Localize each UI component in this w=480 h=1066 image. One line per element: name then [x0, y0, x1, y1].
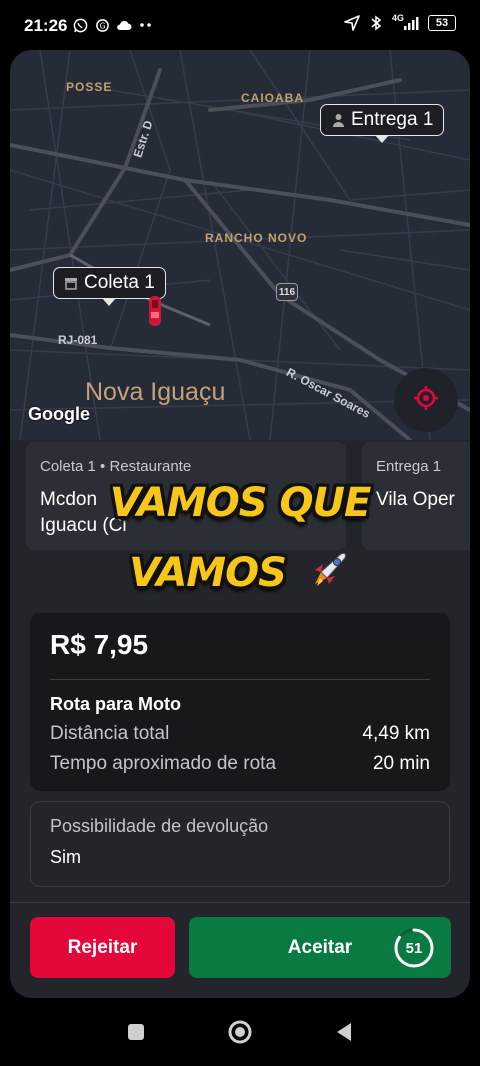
overlay-caption-line2-text: VAMOS — [129, 550, 287, 596]
status-bar: 21:26 G 4G 53 — [0, 0, 480, 52]
map-label-rancho-novo: RANCHO NOVO — [205, 231, 308, 245]
recenter-button[interactable] — [394, 368, 458, 432]
map-label-rj-081: RJ-081 — [58, 333, 98, 347]
divider — [10, 902, 470, 903]
pickup-stop-title: Coleta 1 • Restaurante — [40, 458, 192, 475]
accept-button-label: Aceitar — [287, 936, 353, 958]
motorcycle-marker-icon — [146, 294, 164, 330]
route-map[interactable]: POSSE CAIOABA RANCHO NOVO Estr. D RJ-081… — [10, 50, 470, 440]
dropoff-marker-label: Entrega 1 — [351, 109, 434, 130]
return-label: Possibilidade de devolução — [50, 816, 269, 836]
store-icon — [64, 276, 78, 290]
system-nav-bar — [0, 1000, 480, 1066]
pickup-marker-label: Coleta 1 — [84, 272, 155, 293]
network-type: 4G — [392, 13, 405, 23]
dropoff-stop-title: Entrega 1 — [376, 458, 442, 475]
countdown-timer: 51 — [393, 927, 435, 969]
overlay-caption-line1: VAMOS QUE — [109, 480, 372, 526]
map-city-label: Nova Iguaçu — [85, 378, 226, 406]
overlay-caption-line2: VAMOS — [0, 548, 480, 602]
highway-shield: 116 — [276, 283, 298, 301]
distance-label: Distância total — [50, 723, 170, 744]
google-attribution: Google — [28, 404, 90, 424]
square-icon — [127, 1023, 145, 1046]
reject-button[interactable]: Rejeitar — [30, 917, 175, 978]
bluetooth-icon — [368, 15, 384, 31]
divider — [50, 679, 430, 680]
distance-value: 4,49 km — [362, 723, 430, 744]
offer-summary-card: R$ 7,95 Rota para Moto Distância total 4… — [30, 613, 450, 791]
map-label-posse: POSSE — [66, 80, 113, 94]
location-arrow-icon — [344, 15, 360, 31]
recents-button[interactable] — [124, 1022, 148, 1046]
accept-button[interactable]: Aceitar 51 — [189, 917, 451, 978]
return-possibility-card: Possibilidade de devolução Sim — [30, 801, 450, 887]
battery-icon: 53 — [428, 15, 456, 31]
time-row: Tempo aproximado de rota 20 min — [50, 753, 430, 775]
route-type: Rota para Moto — [50, 694, 182, 714]
map-label-caioaba: CAIOABA — [241, 91, 304, 105]
dropoff-map-marker[interactable]: Entrega 1 — [320, 104, 445, 143]
crosshair-icon — [413, 385, 439, 416]
time-value: 20 min — [372, 753, 430, 774]
whatsapp-icon — [72, 17, 88, 33]
notification-icons: G — [72, 17, 154, 33]
time-label: Tempo aproximado de rota — [50, 753, 277, 774]
return-value: Sim — [50, 847, 81, 867]
home-button[interactable] — [228, 1020, 252, 1049]
circle-icon — [228, 1020, 252, 1049]
distance-row: Distância total 4,49 km — [50, 723, 430, 745]
sync-icon: G — [94, 17, 110, 33]
system-icons: 4G 53 — [344, 13, 456, 31]
cloud-icon — [116, 17, 132, 33]
offer-price: R$ 7,95 — [50, 629, 149, 660]
timer-seconds: 51 — [405, 939, 423, 957]
status-time: 21:26 — [24, 16, 68, 35]
signal-icon: 4G — [392, 13, 420, 31]
rocket-icon — [307, 548, 351, 602]
triangle-back-icon — [335, 1022, 353, 1047]
person-icon — [331, 113, 345, 127]
more-icon — [138, 17, 154, 33]
svg-text:G: G — [99, 21, 105, 30]
back-button[interactable] — [332, 1022, 356, 1046]
